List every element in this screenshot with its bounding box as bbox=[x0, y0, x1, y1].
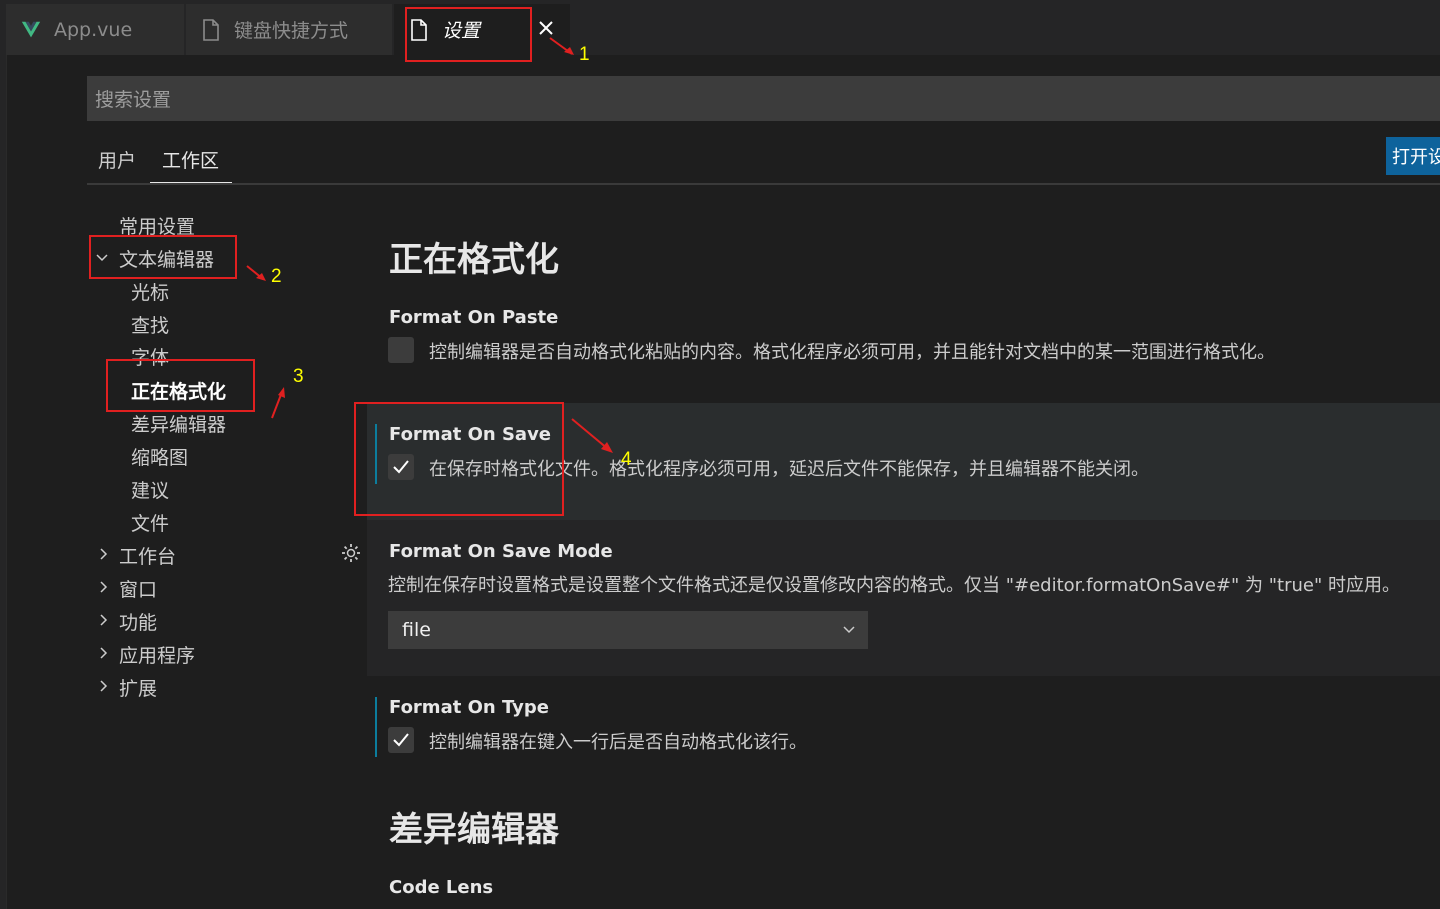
annotation-number: 2 bbox=[271, 266, 282, 287]
setting-title-format-on-paste: Format On Paste bbox=[389, 307, 559, 328]
toc-item-application[interactable]: 应用程序 bbox=[119, 641, 195, 668]
toc-item-cursor[interactable]: 光标 bbox=[131, 278, 169, 305]
section-title-diff-editor: 差异编辑器 bbox=[389, 810, 559, 850]
format-on-paste-checkbox[interactable] bbox=[388, 337, 414, 363]
annotation-number: 1 bbox=[579, 44, 590, 65]
annotation-box-1 bbox=[405, 7, 532, 62]
search-settings-input[interactable]: 搜索设置 bbox=[87, 76, 1440, 121]
toc-item-suggestions[interactable]: 建议 bbox=[131, 476, 169, 503]
tab-app-vue[interactable]: App.vue bbox=[6, 4, 184, 55]
tab-workspace[interactable]: 工作区 bbox=[162, 146, 219, 173]
check-icon bbox=[393, 733, 409, 747]
search-placeholder: 搜索设置 bbox=[95, 89, 172, 111]
chevron-right-icon[interactable] bbox=[97, 679, 111, 693]
vue-icon bbox=[21, 21, 41, 37]
toc-item-find[interactable]: 查找 bbox=[131, 311, 169, 338]
annotation-box-2 bbox=[89, 235, 237, 279]
file-icon bbox=[203, 18, 219, 41]
chevron-down-icon bbox=[843, 626, 855, 634]
annotation-box-4 bbox=[354, 402, 564, 516]
toc-item-diff-editor[interactable]: 差异编辑器 bbox=[131, 410, 226, 437]
toc-item-extensions[interactable]: 扩展 bbox=[119, 674, 157, 701]
tab-user[interactable]: 用户 bbox=[98, 146, 136, 173]
annotation-arrow-icon bbox=[246, 265, 266, 281]
chevron-right-icon[interactable] bbox=[97, 613, 111, 627]
select-value: file bbox=[402, 619, 431, 641]
chevron-right-icon[interactable] bbox=[97, 547, 111, 561]
toc-item-features[interactable]: 功能 bbox=[119, 608, 157, 635]
format-on-save-mode-select[interactable]: file bbox=[388, 611, 868, 649]
annotation-arrow-icon bbox=[271, 387, 285, 419]
setting-desc-format-on-save-mode: 控制在保存时设置格式是设置整个文件格式还是仅设置修改内容的格式。仅当 "#edi… bbox=[388, 575, 1400, 596]
chevron-right-icon[interactable] bbox=[97, 646, 111, 660]
tab-label: App.vue bbox=[54, 18, 133, 41]
toc-item-window[interactable]: 窗口 bbox=[119, 575, 157, 602]
tab-keyboard-shortcuts[interactable]: 键盘快捷方式 bbox=[186, 4, 392, 55]
toc-item-workbench[interactable]: 工作台 bbox=[119, 542, 176, 569]
chevron-right-icon[interactable] bbox=[97, 580, 111, 594]
setting-title-code-lens: Code Lens bbox=[389, 877, 494, 898]
toc-item-minimap[interactable]: 缩略图 bbox=[131, 443, 188, 470]
section-title-formatting: 正在格式化 bbox=[389, 240, 559, 280]
format-on-type-checkbox[interactable] bbox=[388, 727, 414, 753]
divider bbox=[6, 55, 7, 909]
annotation-number: 4 bbox=[621, 449, 632, 470]
gear-icon[interactable] bbox=[340, 542, 362, 564]
annotation-box-3 bbox=[106, 359, 255, 412]
annotation-arrow-icon bbox=[549, 37, 574, 55]
setting-desc-format-on-type: 控制编辑器在键入一行后是否自动格式化该行。 bbox=[429, 732, 807, 753]
tab-label: 键盘快捷方式 bbox=[234, 20, 349, 42]
annotation-arrow-icon bbox=[571, 418, 613, 453]
open-settings-json-button[interactable]: 打开设 bbox=[1386, 137, 1440, 175]
editor-tab-bar: App.vue 键盘快捷方式 设置 bbox=[0, 0, 1440, 55]
setting-desc-format-on-paste: 控制编辑器是否自动格式化粘贴的内容。格式化程序必须可用，并且能针对文档中的某一范… bbox=[429, 342, 1275, 363]
modified-indicator bbox=[375, 697, 377, 757]
divider bbox=[87, 183, 1440, 185]
setting-title-format-on-type: Format On Type bbox=[389, 697, 549, 718]
setting-title-format-on-save-mode: Format On Save Mode bbox=[389, 541, 613, 562]
annotation-number: 3 bbox=[293, 366, 304, 387]
toc-item-files[interactable]: 文件 bbox=[131, 509, 169, 536]
